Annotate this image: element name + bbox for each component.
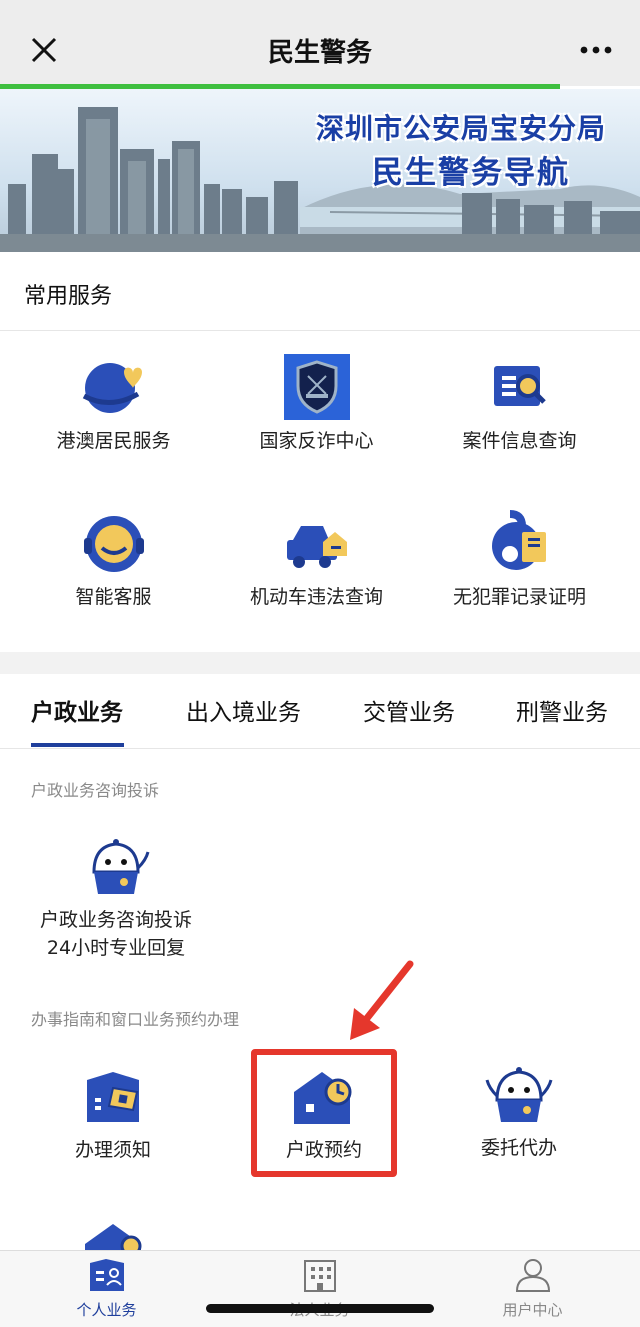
tab-criminal-police[interactable]: 刑警业务 [516,693,608,727]
service-label: 案件信息查询 [462,430,577,452]
tabbar-user-center[interactable]: 用户中心 [426,1257,639,1320]
globe-heart-icon [82,363,142,413]
tile-label-line2: 24小时专业回复 [46,937,186,959]
app-screen: 民生警务 深圳市公安局宝安分局 民生警务导航 常用服务 港澳居民服务 国家反诈中… [0,0,640,1327]
top-nav-bar: 民生警务 [0,0,640,86]
highlight-box [251,1049,397,1177]
divider [0,330,640,331]
mascot-icon [485,1067,553,1122]
service-smart-customer-service[interactable]: 智能客服 [7,512,220,609]
banner[interactable]: 深圳市公安局宝安分局 民生警务导航 [0,89,640,252]
certificate-icon [491,510,546,570]
subsection-heading-guide-booking: 办事指南和窗口业务预约办理 [31,1010,240,1029]
service-label: 机动车违法查询 [249,586,383,608]
consult-complaint-tile[interactable]: 户政业务咨询投诉 24小时专业回复 [30,838,202,962]
tabbar-label: 个人业务 [76,1301,137,1319]
service-label: 港澳居民服务 [56,430,171,452]
banner-title-line1: 深圳市公安局宝安分局 [315,112,606,145]
home-indicator [206,1304,434,1313]
service-no-criminal-record-certificate[interactable]: 无犯罪记录证明 [413,510,626,609]
tabbar-personal-business[interactable]: 个人业务 [0,1257,213,1320]
section-title-common-services: 常用服务 [24,284,113,309]
building-icon [303,1260,336,1292]
service-case-inquiry[interactable]: 案件信息查询 [413,360,626,453]
tile-label-line1: 户政业务咨询投诉 [39,909,192,931]
proxy-service-tile[interactable]: 委托代办 [416,1066,622,1162]
police-badge-icon [283,354,350,420]
active-tab-indicator [31,743,124,747]
bottom-tab-bar: 个人业务 法人业务 用户中心 [0,1250,640,1327]
service-label: 国家反诈中心 [259,430,374,452]
car-icon [286,526,347,568]
section-gap [0,652,640,674]
service-label: 无犯罪记录证明 [452,586,586,608]
tab-household[interactable]: 户政业务 [31,693,123,727]
user-icon [515,1259,550,1292]
tile-label: 委托代办 [480,1137,557,1159]
tile-label: 办理须知 [74,1139,151,1161]
more-icon[interactable] [574,32,618,68]
notice-tile[interactable]: 办理须知 [10,1068,216,1164]
service-hk-macau-residents[interactable]: 港澳居民服务 [7,358,220,453]
person-card-icon [89,1259,124,1291]
house-clock-icon [85,1224,142,1250]
arrow-annotation-icon [350,960,414,1040]
tab-exit-entry[interactable]: 出入境业务 [186,693,301,727]
banner-title-line2: 民生警务导航 [372,155,570,191]
notice-card-icon [87,1072,139,1122]
tab-traffic[interactable]: 交管业务 [363,693,455,727]
divider [0,748,640,749]
page-title: 民生警务 [267,38,372,68]
service-label: 智能客服 [75,586,152,608]
document-search-icon [493,366,546,406]
subsection-heading-consult: 户政业务咨询投诉 [31,781,160,800]
headset-icon [83,516,144,572]
tabbar-label: 用户中心 [502,1301,563,1319]
service-anti-fraud-center[interactable]: 国家反诈中心 [210,354,423,453]
mascot-icon [92,839,150,894]
service-vehicle-violation-inquiry[interactable]: 机动车违法查询 [210,514,423,609]
